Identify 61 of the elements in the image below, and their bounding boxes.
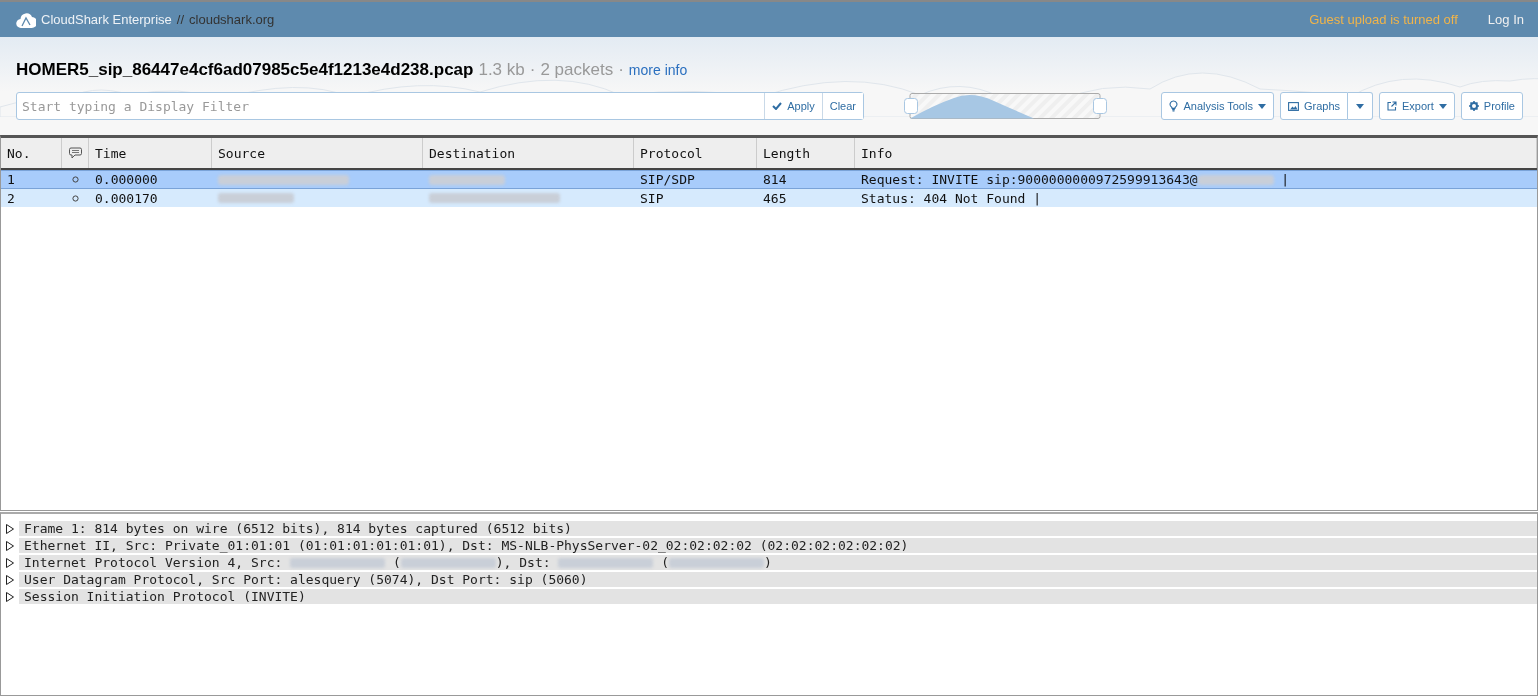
column-header[interactable]: Destination xyxy=(423,138,634,168)
brand-separator: // xyxy=(176,12,185,27)
protocol-tree-item[interactable]: Ethernet II, Src: Private_01:01:01 (01:01:01:01:01:01), Dst: MS-NLB-PhysServer-02_02:02:02:02 (02:02:02:02:02:02) xyxy=(19,538,1537,553)
toolbar-button[interactable]: Profile xyxy=(1460,92,1523,120)
comment-dot-icon xyxy=(72,194,79,202)
table-cell-text: 465 xyxy=(762,189,788,207)
collapsed-triangle-icon[interactable] xyxy=(6,523,14,534)
protocol-tree-item[interactable]: Internet Protocol Version 4, Src: ( ), Dst: ( ) xyxy=(19,555,1537,570)
collapsed-triangle-icon[interactable] xyxy=(6,557,14,568)
table-cell-text: 814 xyxy=(762,171,788,188)
column-header[interactable]: Length xyxy=(757,138,855,168)
toolbar-button[interactable]: Graphs xyxy=(1279,92,1348,120)
column-header[interactable]: Info xyxy=(855,138,1537,168)
table-cell-text: 2 xyxy=(6,189,16,207)
comment-icon xyxy=(68,147,82,159)
separator-dot: · xyxy=(529,60,536,80)
caret-icon xyxy=(1257,103,1266,109)
external-link-icon xyxy=(1387,101,1397,111)
info-text: Request: INVITE sip:9000000000972599913643@ xyxy=(861,172,1198,187)
table-cell-text: 1 xyxy=(6,171,16,188)
checkmark-icon xyxy=(772,102,783,110)
file-size: 1.3 kb xyxy=(478,60,525,80)
clear-button[interactable]: Clear xyxy=(821,93,863,119)
dropdown-toggle-button[interactable] xyxy=(1348,92,1373,120)
table-cell-text: SIP xyxy=(639,189,665,207)
site-name: cloudshark.org xyxy=(189,12,275,27)
guest-upload-notice: Guest upload is turned off xyxy=(1309,12,1458,27)
protocol-tree-item[interactable]: Session Initiation Protocol (INVITE) xyxy=(19,589,1537,604)
dropdown-button[interactable]: Export xyxy=(1379,92,1455,120)
collapsed-triangle-icon[interactable] xyxy=(6,540,14,551)
column-header[interactable]: Time xyxy=(89,138,212,168)
table-cell-text: 0.000000 xyxy=(94,171,159,188)
info-text: Status: 404 Not Found | xyxy=(861,190,1041,206)
comment-dot-icon xyxy=(72,176,79,183)
info-text: | xyxy=(1280,172,1290,187)
column-header[interactable]: Source xyxy=(212,138,423,168)
dropdown-button[interactable]: Analysis Tools xyxy=(1161,92,1274,120)
brand-name: CloudShark Enterprise xyxy=(41,12,172,27)
caret-icon xyxy=(1356,103,1364,109)
protocol-tree-item[interactable]: User Datagram Protocol, Src Port: alesquery (5074), Dst Port: sip (5060) xyxy=(19,572,1537,587)
protocol-tree-item[interactable]: Frame 1: 814 bytes on wire (6512 bits), 814 bytes captured (6512 bits) xyxy=(19,521,1537,536)
caret-icon xyxy=(1438,103,1447,109)
separator-dot: · xyxy=(618,60,624,80)
column-header[interactable]: No. xyxy=(1,138,62,168)
range-end-handle[interactable] xyxy=(1093,98,1107,114)
cloud-logo-icon xyxy=(16,10,36,29)
table-cell-text: SIP/SDP xyxy=(639,171,696,188)
settings-icon xyxy=(1468,101,1479,111)
packet-count: 2 packets xyxy=(540,60,614,80)
collapsed-triangle-icon[interactable] xyxy=(6,574,14,585)
more-info-link[interactable]: more info xyxy=(628,62,688,78)
table-cell-text: 0.000170 xyxy=(94,189,159,207)
collapsed-triangle-icon[interactable] xyxy=(6,591,14,602)
packet-row[interactable]: 1 0.000000 SIP/SDP 814 Request: INVITE sip:9000000000972599913643@ | xyxy=(1,170,1537,189)
display-filter-field[interactable]: Start typing a Display Filter Apply Clear xyxy=(16,92,864,120)
file-name: HOMER5_sip_86447e4cf6ad07985c5e4f1213e4d238.pcap xyxy=(16,60,474,80)
column-header[interactable]: Protocol xyxy=(634,138,757,168)
packet-row[interactable]: 2 0.000170 SIP 465 Status: 404 Not Found | xyxy=(1,189,1537,207)
image-icon xyxy=(1287,101,1299,111)
range-start-handle[interactable] xyxy=(904,98,918,114)
lightbulb-icon xyxy=(1169,100,1179,112)
